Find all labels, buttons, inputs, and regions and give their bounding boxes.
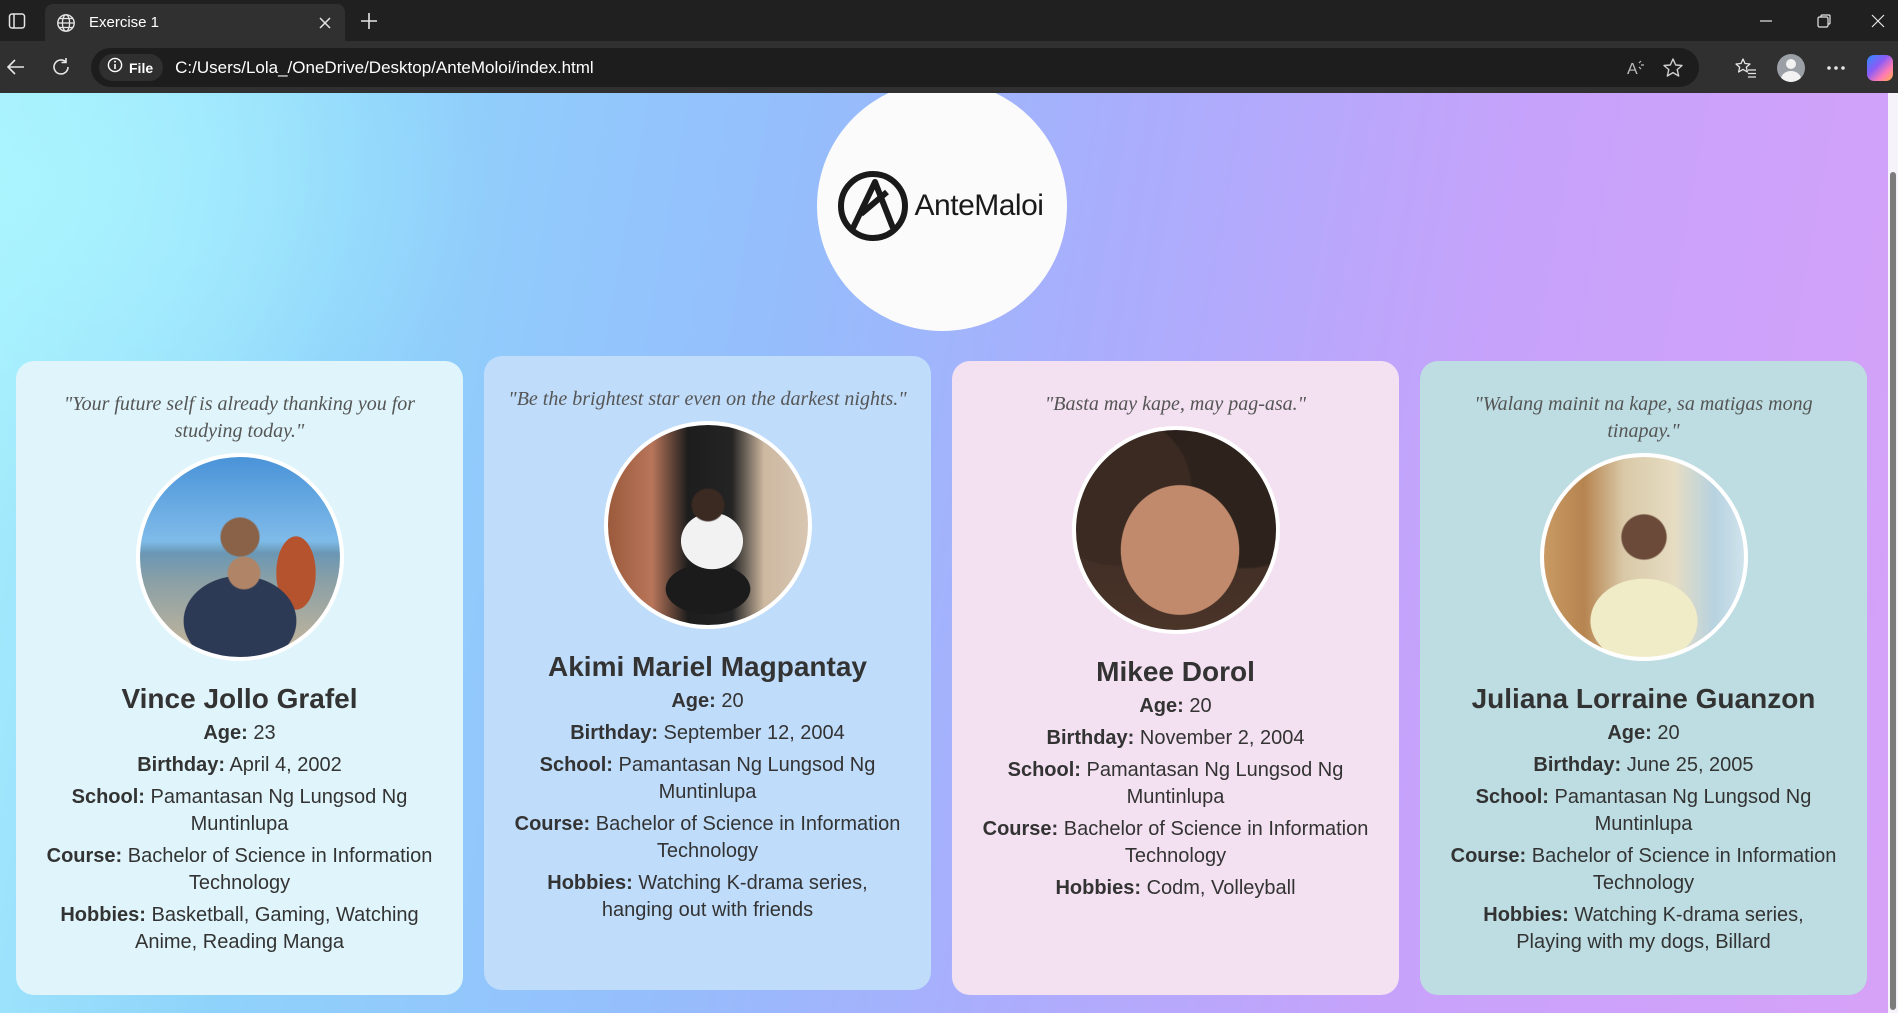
- scrollbar-thumb[interactable]: [1890, 172, 1896, 1010]
- card-quote: "Walang mainit na kape, sa matigas mong …: [1474, 393, 1813, 442]
- avatar: [1777, 54, 1805, 82]
- hobbies-label: Hobbies:: [547, 872, 633, 894]
- more-icon[interactable]: [1816, 48, 1856, 88]
- course-value: Bachelor of Science in Information Techn…: [590, 813, 901, 862]
- url-text[interactable]: C:/Users/Lola_/OneDrive/Desktop/AnteMolo…: [175, 58, 1619, 78]
- card-quote: "Basta may kape, may pag-asa.": [1044, 393, 1307, 415]
- profile-photo: [135, 453, 344, 661]
- birthday-value: September 12, 2004: [658, 722, 845, 744]
- age-label: Age:: [1607, 722, 1652, 744]
- card-quote: "Be the brightest star even on the darke…: [508, 388, 907, 410]
- read-aloud-icon[interactable]: A: [1619, 50, 1655, 86]
- card-name: Juliana Lorraine Guanzon: [1471, 683, 1816, 714]
- card-quote: "Your future self is already thanking yo…: [63, 393, 416, 442]
- course-label: Course:: [1450, 845, 1527, 867]
- close-window-icon[interactable]: [1857, 0, 1898, 41]
- card-name: Vince Jollo Grafel: [121, 683, 358, 714]
- browser-tab[interactable]: Exercise 1: [45, 4, 345, 41]
- school-value: Pamantasan Ng Lungsod Ng Muntinlupa: [612, 754, 876, 803]
- age-label: Age:: [1139, 695, 1184, 717]
- profile-icon[interactable]: [1771, 48, 1811, 88]
- hobbies-value: Watching K-drama series, hanging out wit…: [601, 872, 868, 921]
- site-info-button[interactable]: File: [99, 54, 164, 81]
- profile-card-mikee: "Basta may kape, may pag-asa." Mikee Dor…: [952, 361, 1399, 995]
- close-icon[interactable]: [313, 11, 337, 35]
- logo-circle: AnteMaloi: [817, 93, 1067, 331]
- hobbies-label: Hobbies:: [60, 904, 146, 926]
- globe-icon: [55, 12, 77, 34]
- school-value: Pamantasan Ng Lungsod Ng Muntinlupa: [1548, 786, 1812, 835]
- birthday-value: November 2, 2004: [1134, 727, 1305, 749]
- birthday-label: Birthday:: [1046, 727, 1135, 749]
- course-value: Bachelor of Science in Information Techn…: [122, 845, 433, 894]
- hobbies-value: Codm, Volleyball: [1141, 877, 1296, 899]
- course-label: Course:: [982, 818, 1059, 840]
- age-value: 20: [1183, 695, 1212, 717]
- school-label: School:: [1475, 786, 1549, 808]
- profile-card-vince: "Your future self is already thanking yo…: [16, 361, 463, 995]
- profile-card-akimi: "Be the brightest star even on the darke…: [484, 356, 931, 990]
- course-value: Bachelor of Science in Information Techn…: [1058, 818, 1369, 867]
- birthday-label: Birthday:: [1533, 754, 1622, 776]
- address-bar[interactable]: File C:/Users/Lola_/OneDrive/Desktop/Ant…: [91, 48, 1699, 87]
- brand-logo: AnteMaloi: [837, 170, 1044, 242]
- logo-text: AnteMaloi: [914, 189, 1044, 222]
- school-value: Pamantasan Ng Lungsod Ng Muntinlupa: [1080, 759, 1344, 808]
- star-icon[interactable]: [1655, 50, 1691, 86]
- course-label: Course:: [46, 845, 123, 867]
- copilot-icon[interactable]: [1862, 48, 1898, 88]
- tab-strip: Exercise 1: [0, 0, 1898, 41]
- birthday-value: June 25, 2005: [1621, 754, 1754, 776]
- minimize-icon[interactable]: [1741, 0, 1791, 41]
- info-icon: [107, 57, 123, 78]
- tab-title: Exercise 1: [89, 14, 160, 31]
- birthday-label: Birthday:: [137, 754, 226, 776]
- refresh-icon[interactable]: [45, 51, 77, 83]
- hobbies-label: Hobbies:: [1055, 877, 1142, 899]
- age-value: 20: [1651, 722, 1680, 744]
- plus-icon[interactable]: [354, 6, 384, 36]
- age-value: 23: [247, 722, 276, 744]
- restore-icon[interactable]: [1799, 0, 1849, 41]
- course-label: Course:: [514, 813, 591, 835]
- svg-text:A: A: [1627, 61, 1638, 78]
- school-label: School:: [1007, 759, 1081, 781]
- profile-photo: [1539, 453, 1748, 661]
- hobbies-label: Hobbies:: [1483, 904, 1569, 926]
- school-value: Pamantasan Ng Lungsod Ng Muntinlupa: [144, 786, 408, 835]
- school-label: School:: [71, 786, 145, 808]
- card-name: Mikee Dorol: [1096, 656, 1255, 687]
- tab-actions-icon[interactable]: [0, 0, 34, 41]
- age-value: 20: [715, 690, 744, 712]
- birthday-label: Birthday:: [570, 722, 658, 744]
- favorites-icon[interactable]: [1726, 48, 1766, 88]
- card-name: Akimi Mariel Magpantay: [548, 651, 867, 682]
- page-viewport: AnteMaloi "Your future self is already t…: [0, 93, 1888, 1013]
- profile-photo: [603, 421, 812, 629]
- hobbies-value: Basketball, Gaming, Watching Anime, Read…: [134, 904, 419, 953]
- age-label: Age:: [671, 690, 716, 712]
- logo-mark-icon: [837, 171, 908, 241]
- age-label: Age:: [203, 722, 248, 744]
- site-info-label: File: [129, 59, 154, 76]
- course-value: Bachelor of Science in Information Techn…: [1526, 845, 1837, 894]
- back-arrow-icon[interactable]: [0, 51, 32, 83]
- profile-card-juliana: "Walang mainit na kape, sa matigas mong …: [1420, 361, 1867, 995]
- profile-photo: [1071, 426, 1280, 634]
- school-label: School:: [539, 754, 613, 776]
- birthday-value: April 4, 2002: [225, 754, 342, 776]
